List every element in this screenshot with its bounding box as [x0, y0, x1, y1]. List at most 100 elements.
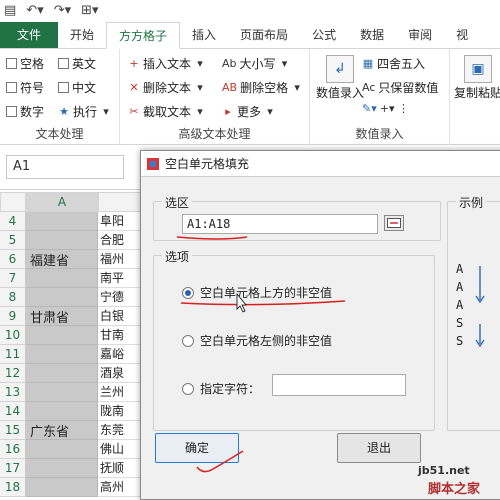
cell-b[interactable]: 佛山	[98, 440, 140, 459]
scissors-icon: ✂	[129, 104, 139, 118]
check-chinese[interactable]: 中文	[58, 79, 96, 96]
ribbon-tabs: 文件 开始 方方格子 插入 页面布局 公式 数据 审阅 视	[0, 22, 500, 49]
round-icon: ▦	[362, 56, 374, 70]
tab-file[interactable]: 文件	[0, 22, 58, 48]
row-header[interactable]: 8	[0, 288, 26, 307]
cell-b[interactable]: 东莞	[98, 421, 140, 440]
group-number-entry: ↲ 数值录入 ▦ 四舍五入 Ac 只保留数值 ✎▾ +▾ ⋮ 数值录入	[310, 49, 450, 145]
check-english[interactable]: 英文	[58, 55, 96, 72]
cell-a[interactable]	[26, 345, 98, 364]
keep-value-button[interactable]: Ac 只保留数值	[362, 79, 438, 96]
tab-formulas[interactable]: 公式	[300, 22, 348, 48]
insert-text-button[interactable]: + 插入文本 ▾	[128, 55, 206, 72]
checkbox-icon[interactable]	[6, 82, 17, 93]
delete-space-button[interactable]: AB 删除空格 ▾	[222, 79, 303, 96]
cell-a[interactable]	[26, 459, 98, 478]
row-header[interactable]: 13	[0, 383, 26, 402]
cell-a[interactable]	[26, 383, 98, 402]
cell-b[interactable]: 南平	[98, 269, 140, 288]
check-space[interactable]: 空格	[6, 55, 44, 72]
row-header[interactable]: 10	[0, 326, 26, 345]
checkbox-icon[interactable]	[6, 106, 17, 117]
cell-b[interactable]: 宁德	[98, 288, 140, 307]
undo-icon[interactable]: ↶▾	[26, 1, 43, 21]
more-icon: ▸	[225, 104, 231, 118]
tab-home[interactable]: 开始	[58, 22, 106, 48]
cell-b[interactable]: 抚顺	[98, 459, 140, 478]
group-label-number: 数值录入	[355, 127, 404, 141]
tab-fangfang[interactable]: 方方格子	[106, 22, 181, 49]
row-header[interactable]: 16	[0, 440, 26, 459]
cell-b[interactable]: 兰州	[98, 383, 140, 402]
row-header[interactable]: 6	[0, 250, 26, 269]
tab-page-layout[interactable]: 页面布局	[228, 22, 300, 48]
row-header[interactable]: 11	[0, 345, 26, 364]
checkbox-icon[interactable]	[58, 58, 69, 69]
save-icon[interactable]: ▤	[4, 1, 16, 21]
case-button[interactable]: Ab 大小写 ▾	[222, 55, 291, 72]
row-header[interactable]: 4	[0, 212, 26, 231]
edit-icon: ✎▾	[362, 102, 377, 115]
cell-a[interactable]	[26, 440, 98, 459]
customize-icon[interactable]: ⊞▾	[81, 1, 98, 21]
cell-b[interactable]: 白银	[98, 307, 140, 326]
cell-b[interactable]: 合肥	[98, 231, 140, 250]
cell-b[interactable]: 福州	[98, 250, 140, 269]
excel-window: ▤ ↶▾ ↷▾ ⊞▾ 文件 开始 方方格子 插入 页面布局 公式 数据 审阅 视…	[0, 0, 500, 500]
cell-b[interactable]: 甘南	[98, 326, 140, 345]
case-icon: Ab	[222, 56, 237, 70]
name-box[interactable]: A1	[6, 155, 124, 179]
copy-paste-button[interactable]: ▣ 复制粘贴	[454, 55, 500, 101]
extra-tools[interactable]: ✎▾ +▾ ⋮	[362, 103, 410, 115]
row-header[interactable]: 15	[0, 421, 26, 440]
watermark-brand: 脚本之家	[428, 482, 481, 497]
cell-b[interactable]: 高州	[98, 478, 140, 497]
row-header[interactable]: 9	[0, 307, 26, 326]
tab-data[interactable]: 数据	[348, 22, 396, 48]
column-header-a[interactable]: A	[26, 192, 98, 212]
cell-a[interactable]	[26, 269, 98, 288]
star-icon: ★	[59, 104, 69, 118]
cell-a[interactable]	[26, 402, 98, 421]
check-symbol[interactable]: 符号	[6, 79, 44, 96]
row-header[interactable]: 12	[0, 364, 26, 383]
cell-a[interactable]	[26, 364, 98, 383]
tab-insert[interactable]: 插入	[180, 22, 228, 48]
delete-text-button[interactable]: ✕ 删除文本 ▾	[128, 79, 206, 96]
row-header[interactable]: 18	[0, 478, 26, 497]
number-entry-button[interactable]: ↲ 数值录入	[316, 55, 364, 101]
abc-icon: Ac	[362, 80, 376, 94]
extract-text-button[interactable]: ✂ 截取文本 ▾	[128, 103, 206, 120]
cell-b[interactable]: 酒泉	[98, 364, 140, 383]
group-label-advanced: 高级文本处理	[178, 127, 251, 141]
cell-a[interactable]	[26, 231, 98, 250]
exec-button[interactable]: ★ 执行 ▾	[58, 103, 112, 120]
row-header[interactable]: 14	[0, 402, 26, 421]
annotation-marks	[176, 236, 346, 473]
row-header[interactable]: 7	[0, 269, 26, 288]
check-number[interactable]: 数字	[6, 103, 44, 120]
group-label-text: 文本处理	[35, 127, 84, 141]
tab-view[interactable]: 视	[444, 22, 480, 48]
more-button[interactable]: ▸ 更多 ▾	[222, 103, 276, 120]
checkbox-icon[interactable]	[6, 58, 17, 69]
row-header[interactable]: 5	[0, 231, 26, 250]
cell-a[interactable]	[26, 288, 98, 307]
cell-b[interactable]: 嘉峪	[98, 345, 140, 364]
cell-a[interactable]	[26, 212, 98, 231]
row-header[interactable]: 17	[0, 459, 26, 478]
cell-b[interactable]: 陇南	[98, 402, 140, 421]
tab-review[interactable]: 审阅	[396, 22, 444, 48]
cell-b[interactable]: 阜阳	[98, 212, 140, 231]
cell-a[interactable]	[26, 326, 98, 345]
province-cell[interactable]: 广东省	[30, 421, 69, 440]
province-cell[interactable]: 甘肃省	[30, 307, 69, 326]
redo-icon[interactable]: ↷▾	[54, 1, 71, 21]
select-all-corner[interactable]	[0, 192, 26, 212]
cell-a[interactable]	[26, 478, 98, 497]
chevron-down-icon: ▾	[294, 80, 300, 94]
number-entry-icon: ↲	[326, 55, 354, 83]
province-cell[interactable]: 福建省	[30, 250, 69, 269]
checkbox-icon[interactable]	[58, 82, 69, 93]
round-button[interactable]: ▦ 四舍五入	[362, 55, 425, 72]
